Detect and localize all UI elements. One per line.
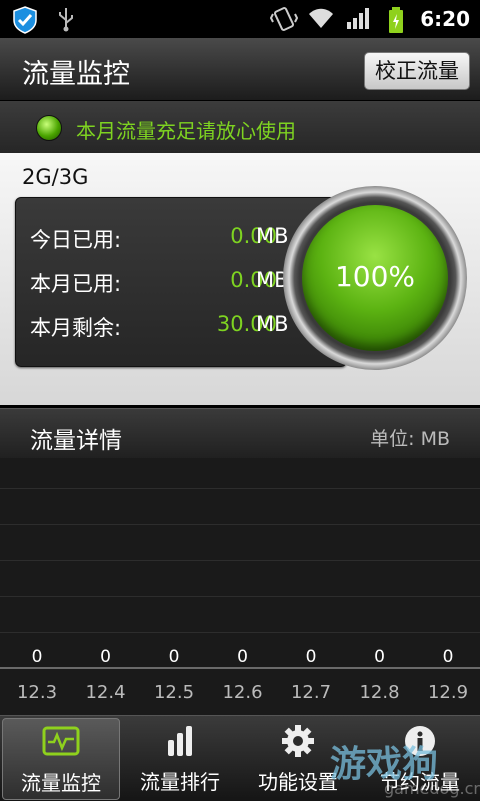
usage-label: 本月剩余: [30,316,122,340]
chart-value-label: 0 [100,647,111,667]
wifi-icon [309,8,333,28]
network-type: 2G/3G [22,165,89,189]
percent-gauge: 100% [283,186,467,370]
chart-tick-label: 12.5 [154,682,194,703]
vibrate-icon [270,7,298,31]
chart-tick-label: 12.3 [17,682,57,703]
chart-tick-label: 12.6 [222,682,262,703]
tab-traffic-ranking[interactable]: 流量排行 [122,718,238,798]
bar-chart-icon [168,726,192,756]
percent-orb: 100% [302,205,448,351]
battery-icon [389,7,403,33]
chart-svg: 0 12.3 0 12.4 0 12.5 0 12.6 0 12.7 0 12.8 0 12.9 [0,647,480,703]
status-time: 6:20 [420,7,470,31]
chart-tick-label: 12.7 [291,682,331,703]
chart-value-label: 0 [169,647,180,667]
detail-unit-label: 单位: MB [370,428,450,450]
watermark-url: gamedog.cn [384,779,480,798]
signal-icon [347,8,369,29]
tab-label: 流量排行 [140,770,220,794]
gear-icon [282,725,314,757]
chart-value-label: 0 [443,647,454,667]
chart-value-label: 0 [32,647,43,667]
tab-traffic-monitor[interactable]: 流量监控 [2,718,120,800]
status-notice: 本月流量充足请放心使用 [0,101,480,153]
status-bar: 6:20 [0,0,480,38]
monitor-icon [42,726,80,756]
chart-value-label: 0 [306,647,317,667]
page-title: 流量监控 [22,59,130,90]
chart-tick-label: 12.9 [428,682,468,703]
usage-label: 本月已用: [30,272,122,296]
app-header: 流量监控 校正流量 [0,38,480,101]
chart-tick-label: 12.8 [359,682,399,703]
detail-title: 流量详情 [30,428,122,454]
shield-icon [13,6,37,34]
usage-unit: MB [256,224,289,248]
status-led-icon [36,115,62,141]
chart-value-label: 0 [374,647,385,667]
chart-value-label: 0 [237,647,248,667]
usage-label: 今日已用: [30,228,122,252]
tab-label: 流量监控 [21,771,101,795]
usb-icon [59,8,73,32]
detail-header: 流量详情 单位: MB [0,408,480,459]
percent-value: 100% [334,260,416,293]
calibrate-button[interactable]: 校正流量 [364,52,470,90]
usage-unit: MB [256,312,289,336]
notice-text: 本月流量充足请放心使用 [76,119,296,143]
chart-tick-label: 12.4 [85,682,125,703]
daily-usage-chart: 0 12.3 0 12.4 0 12.5 0 12.6 0 12.7 0 12.8 0 12.9 [0,458,480,715]
